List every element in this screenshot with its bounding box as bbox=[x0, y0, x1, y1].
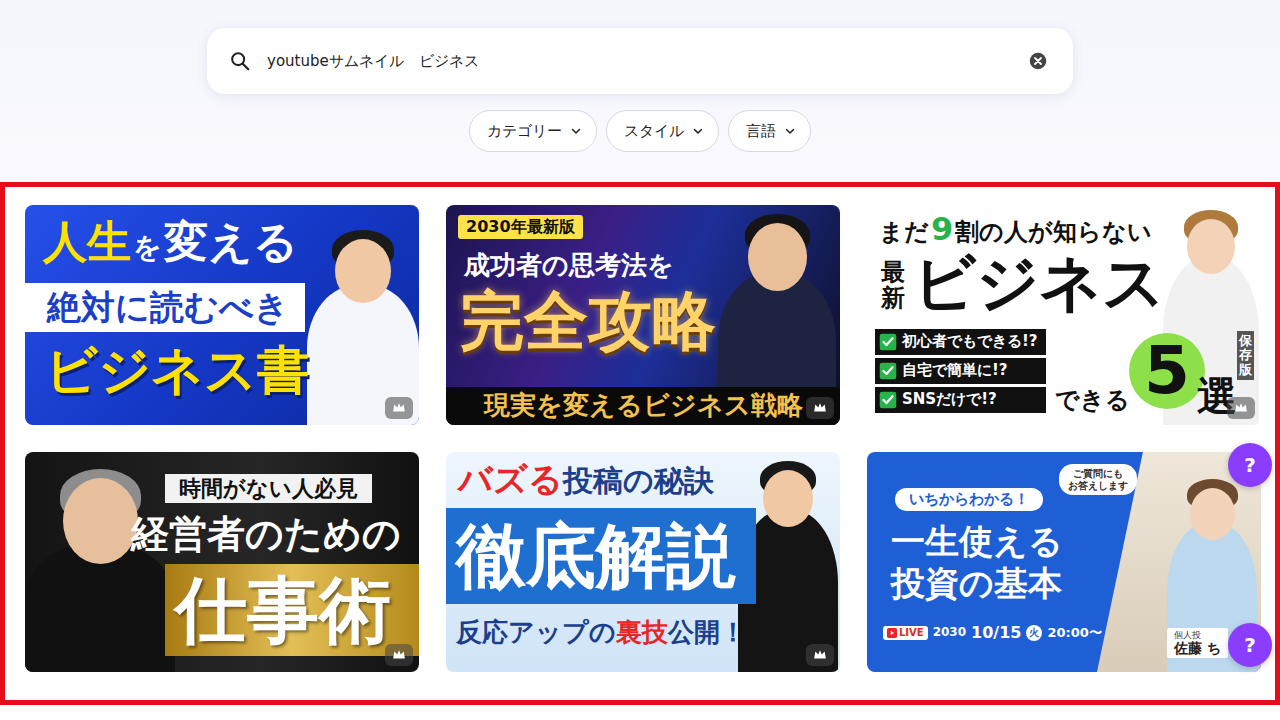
person-photo bbox=[25, 452, 175, 672]
live-label: LIVE bbox=[899, 627, 924, 639]
thumbnail-text: 2030年最新版 bbox=[458, 215, 583, 239]
check-icon bbox=[879, 391, 897, 409]
name-tag: 個人投佐藤 ち bbox=[1167, 628, 1228, 658]
live-year: 2030 bbox=[933, 626, 966, 640]
crown-icon bbox=[806, 644, 834, 666]
checklist-item: 初心者でもできる!? bbox=[875, 329, 1046, 355]
filter-dropdown[interactable]: カテゴリー bbox=[469, 110, 597, 152]
text-group: 人生を変える bbox=[43, 217, 298, 268]
person-head bbox=[1187, 219, 1235, 274]
person-photo bbox=[307, 205, 419, 425]
live-schedule: LIVE 2030 10/15 火 20:00〜 bbox=[883, 624, 1102, 642]
bubble-text: お答えします bbox=[1068, 480, 1128, 492]
checklist-item: SNSだけで!? bbox=[875, 387, 1046, 413]
bubble-text: ご質問にも bbox=[1073, 468, 1123, 480]
thumbnail-text: を bbox=[133, 232, 162, 264]
live-time: 20:00〜 bbox=[1047, 626, 1101, 641]
thumbnail-text: ビジネス bbox=[913, 247, 1165, 318]
filter-label: カテゴリー bbox=[487, 120, 562, 143]
live-date: 10/15 bbox=[971, 624, 1021, 642]
thumbnail-text: ビジネス書 bbox=[45, 341, 309, 401]
speech-bubble: ご質問にもお答えします bbox=[1059, 464, 1137, 495]
text-group: バズる投稿の秘訣 bbox=[458, 460, 714, 499]
thumbnail-text: 投資の基本 bbox=[891, 564, 1062, 603]
thumbnail-text: 割の人が知らない bbox=[955, 219, 1152, 247]
thumbnail-text: 仕事術 bbox=[175, 569, 391, 652]
results-grid: 人生を変える絶対に読むべきビジネス書2030年最新版成功者の思考法を完全攻略現実… bbox=[0, 182, 1280, 705]
checklist: 初心者でもできる!? 自宅で簡単に!? SNSだけで!? bbox=[875, 329, 1046, 413]
filter-dropdown[interactable]: 言語 bbox=[728, 110, 811, 152]
thumbnail-text: バズる bbox=[458, 460, 563, 499]
help-button[interactable]: ? bbox=[1228, 443, 1272, 487]
check-icon bbox=[879, 362, 897, 380]
blue-band: 徹底解説 bbox=[446, 508, 756, 604]
thumbnail-text: できる bbox=[1055, 387, 1130, 415]
checklist-item: 自宅で簡単に!? bbox=[875, 358, 1046, 384]
thumbnail-text: 完全攻略 bbox=[460, 285, 716, 359]
thumbnail-text: 裏技 bbox=[616, 618, 668, 648]
person-head bbox=[335, 239, 391, 303]
search-header: youtubeサムネイル ビジネス カテゴリー スタイル 言語 bbox=[0, 0, 1280, 182]
filter-label: スタイル bbox=[624, 120, 684, 143]
play-icon bbox=[887, 628, 897, 638]
chevron-down-icon bbox=[570, 125, 582, 137]
thumbnail-text: 保存版 bbox=[1237, 331, 1254, 380]
person-head bbox=[763, 470, 813, 527]
search-bar[interactable]: youtubeサムネイル ビジネス bbox=[207, 28, 1073, 94]
text-group: 反応アップの裏技公開！ bbox=[456, 618, 746, 648]
thumbnail-text: 最新 bbox=[881, 259, 905, 312]
crown-icon bbox=[385, 644, 413, 666]
template-thumbnail[interactable]: バズる投稿の秘訣徹底解説反応アップの裏技公開！ bbox=[446, 452, 840, 672]
thumbnail-text: 一生使える bbox=[891, 522, 1063, 561]
chevron-down-icon bbox=[692, 125, 704, 137]
caption-bar: 現実を変えるビジネス戦略 bbox=[446, 387, 840, 425]
name-text: 佐藤 ち bbox=[1174, 640, 1221, 656]
crown-icon bbox=[1227, 397, 1255, 419]
checklist-text: 自宅で簡単に!? bbox=[902, 362, 1008, 379]
thumbnail-text: 9 bbox=[931, 211, 953, 248]
search-query[interactable]: youtubeサムネイル ビジネス bbox=[267, 50, 1013, 73]
thumbnail-text: 投稿の秘訣 bbox=[563, 464, 714, 499]
person-head bbox=[63, 478, 138, 564]
name-title: 個人投 bbox=[1174, 630, 1221, 640]
template-thumbnail[interactable]: いちからわかる！ 一生使える投資の基本 ご質問にもお答えします LIVE 2030 10/… bbox=[867, 452, 1261, 672]
chevron-down-icon bbox=[784, 125, 796, 137]
thumbnail-text: 人生 bbox=[43, 217, 131, 268]
template-thumbnail[interactable]: まだ9割の人が知らない最新ビジネス初心者でもできる!? 自宅で簡単に!? SNSだけ… bbox=[867, 205, 1261, 425]
thumbnail-text: いちからわかる！ bbox=[895, 488, 1043, 511]
thumbnail-text: 現実を変えるビジネス戦略 bbox=[484, 391, 803, 421]
thumbnail-text: 経営者のための bbox=[131, 512, 401, 556]
search-icon bbox=[229, 50, 251, 72]
thumbnail-text: 反応アップの bbox=[456, 618, 616, 648]
crown-icon bbox=[806, 397, 834, 419]
gold-bar: 仕事術 bbox=[165, 564, 419, 656]
thumbnail-text: まだ bbox=[879, 219, 929, 247]
text-group: まだ9割の人が知らない bbox=[879, 211, 1152, 248]
template-thumbnail[interactable]: 時間がない人必見経営者のための仕事術 bbox=[25, 452, 419, 672]
live-weekday: 火 bbox=[1026, 625, 1042, 641]
thumbnail-text: 5 bbox=[1144, 333, 1190, 409]
checklist-text: 初心者でもできる!? bbox=[902, 333, 1038, 350]
template-thumbnail[interactable]: 人生を変える絶対に読むべきビジネス書 bbox=[25, 205, 419, 425]
filter-dropdown[interactable]: スタイル bbox=[606, 110, 719, 152]
person-head bbox=[1190, 488, 1235, 540]
filter-label: 言語 bbox=[746, 120, 776, 143]
checklist-text: SNSだけで!? bbox=[902, 391, 997, 408]
thumbnail-text: 絶対に読むべき bbox=[25, 283, 305, 332]
thumbnail-text: 変える bbox=[164, 217, 298, 268]
check-icon bbox=[879, 333, 897, 351]
clear-icon bbox=[1029, 52, 1047, 70]
thumbnail-text: 時間がない人必見 bbox=[165, 474, 372, 503]
filter-bar: カテゴリー スタイル 言語 bbox=[0, 110, 1280, 152]
number-circle: 5 bbox=[1129, 333, 1205, 409]
template-thumbnail[interactable]: 2030年最新版成功者の思考法を完全攻略現実を変えるビジネス戦略 bbox=[446, 205, 840, 425]
live-badge: LIVE bbox=[883, 626, 928, 640]
help-button[interactable]: ? bbox=[1228, 623, 1272, 667]
crown-icon bbox=[385, 397, 413, 419]
thumbnail-text: 成功者の思考法を bbox=[464, 251, 674, 281]
thumbnail-text: 公開！ bbox=[668, 618, 746, 648]
person-head bbox=[748, 223, 807, 291]
thumbnail-text: 徹底解説 bbox=[456, 516, 736, 597]
